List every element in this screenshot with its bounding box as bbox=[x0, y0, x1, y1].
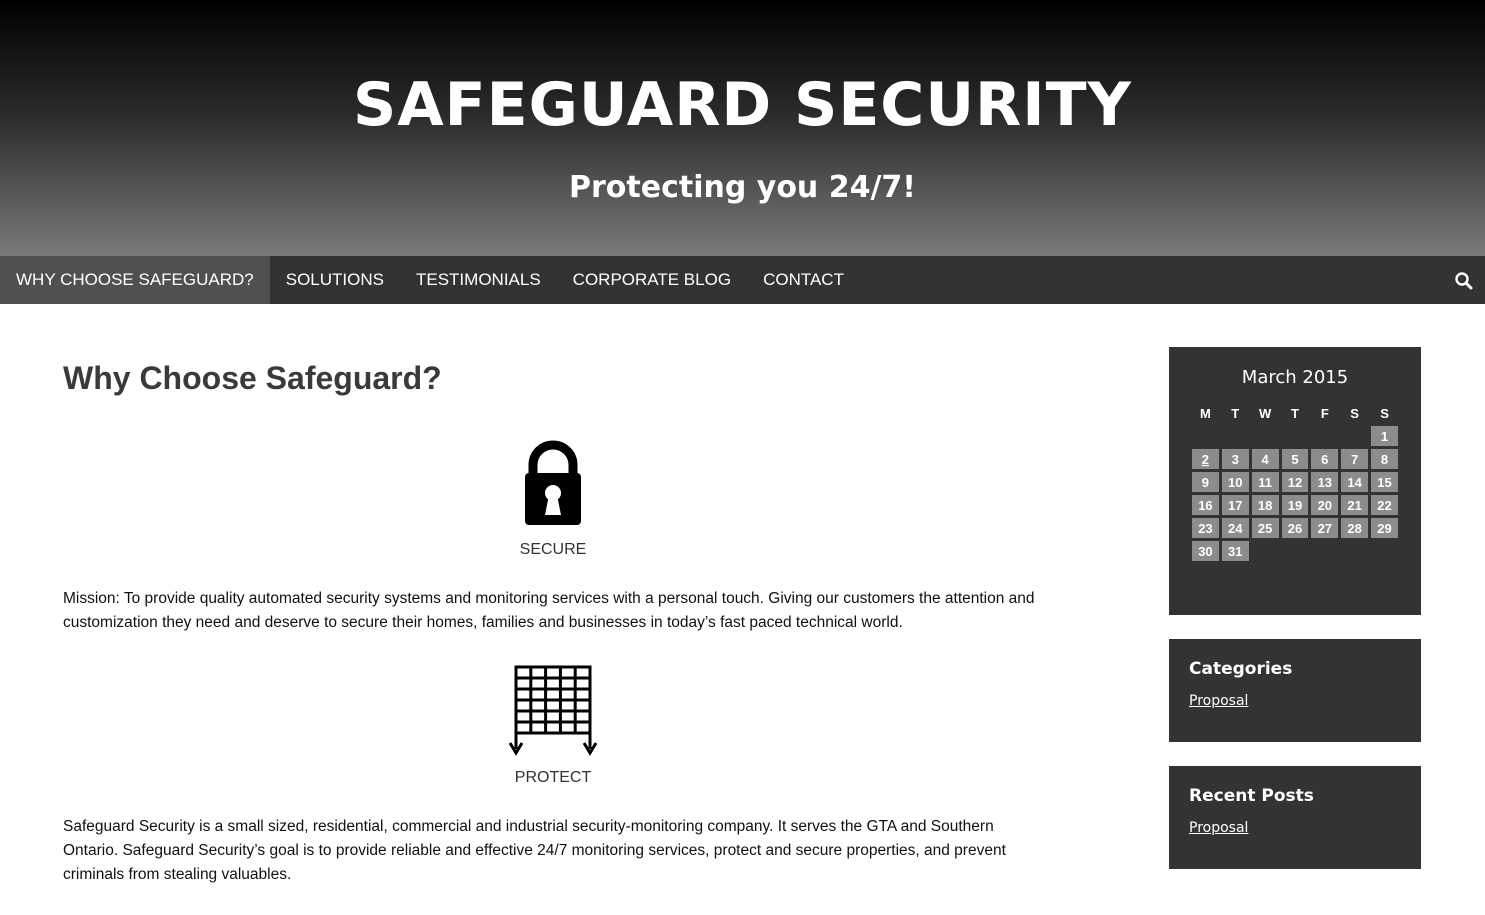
calendar-day: 20 bbox=[1311, 495, 1339, 515]
calendar-day: 31 bbox=[1221, 541, 1249, 561]
feature-protect: PROTECT bbox=[63, 663, 1043, 787]
calendar-day: 28 bbox=[1341, 518, 1369, 538]
calendar-day: 7 bbox=[1341, 449, 1369, 469]
calendar-day: 3 bbox=[1221, 449, 1249, 469]
calendar-day: 17 bbox=[1221, 495, 1249, 515]
calendar-day: 18 bbox=[1251, 495, 1279, 515]
calendar-empty-cell bbox=[1222, 426, 1249, 446]
feature-label-secure: SECURE bbox=[519, 541, 587, 558]
calendar-week-row: 23 24 25 26 27 28 29 bbox=[1192, 518, 1398, 538]
nav-item-solutions[interactable]: SOLUTIONS bbox=[270, 256, 400, 304]
calendar-empty-cell bbox=[1282, 426, 1309, 446]
calendar-empty-cell bbox=[1252, 541, 1279, 561]
calendar-empty-cell bbox=[1311, 426, 1338, 446]
feature-label-protect: PROTECT bbox=[514, 769, 592, 786]
category-link-proposal[interactable]: Proposal bbox=[1189, 693, 1401, 709]
calendar-week-row: 30 31 bbox=[1192, 541, 1398, 561]
calendar-empty-cell bbox=[1282, 541, 1309, 561]
calendar-empty-cell bbox=[1341, 426, 1368, 446]
calendar-empty-cell bbox=[1311, 541, 1338, 561]
calendar-day: 30 bbox=[1192, 541, 1219, 561]
calendar-day[interactable]: 2 bbox=[1192, 449, 1219, 469]
calendar-day: 13 bbox=[1311, 472, 1339, 492]
security-gate-icon bbox=[63, 663, 1043, 757]
site-tagline: Protecting you 24/7! bbox=[569, 170, 916, 205]
calendar-day: 27 bbox=[1311, 518, 1339, 538]
calendar-day: 9 bbox=[1192, 472, 1219, 492]
calendar-weekday: W bbox=[1258, 405, 1272, 421]
about-paragraph: Safeguard Security is a small sized, res… bbox=[63, 818, 1006, 883]
calendar-week-row: 1 bbox=[1192, 426, 1398, 446]
calendar-day: 14 bbox=[1341, 472, 1369, 492]
calendar-day: 23 bbox=[1192, 518, 1219, 538]
feature-secure: SECURE bbox=[63, 437, 1043, 559]
calendar-day: 26 bbox=[1281, 518, 1309, 538]
nav-item-testimonials[interactable]: TESTIMONIALS bbox=[400, 256, 557, 304]
main-navigation: WHY CHOOSE SAFEGUARD? SOLUTIONS TESTIMON… bbox=[0, 256, 1485, 304]
calendar-weekday: T bbox=[1231, 405, 1240, 421]
categories-title: Categories bbox=[1189, 659, 1293, 679]
calendar-day: 4 bbox=[1251, 449, 1279, 469]
calendar-weekday: M bbox=[1200, 405, 1211, 421]
calendar-day: 16 bbox=[1192, 495, 1219, 515]
nav-item-contact[interactable]: CONTACT bbox=[747, 256, 860, 304]
calendar-empty-cell bbox=[1252, 426, 1279, 446]
calendar-day: 12 bbox=[1281, 472, 1309, 492]
calendar-table: MTWTFSS 1 2 3 4 5 6 7 8 9 10 11 12 13 14 15 16 17 18 19 20 2… bbox=[1189, 400, 1401, 564]
calendar-week-row: 16 17 18 19 20 21 22 bbox=[1192, 495, 1398, 515]
recent-posts-title: Recent Posts bbox=[1189, 786, 1314, 806]
calendar-day: 19 bbox=[1281, 495, 1309, 515]
calendar-caption: March 2015 bbox=[1241, 367, 1349, 388]
calendar-week-row: 9 10 11 12 13 14 15 bbox=[1192, 472, 1398, 492]
calendar-weekday: S bbox=[1380, 405, 1389, 421]
calendar-empty-cell bbox=[1341, 541, 1368, 561]
calendar-day: 21 bbox=[1341, 495, 1369, 515]
categories-widget: Categories Proposal bbox=[1169, 639, 1421, 742]
calendar-day: 29 bbox=[1371, 518, 1398, 538]
main-content: Why Choose Safeguard? SECURE Mission: To… bbox=[63, 304, 1053, 887]
calendar-day: 1 bbox=[1371, 426, 1398, 446]
calendar-day: 11 bbox=[1251, 472, 1279, 492]
calendar-weekday: T bbox=[1290, 405, 1299, 421]
calendar-empty-cell bbox=[1192, 426, 1219, 446]
calendar-day: 25 bbox=[1251, 518, 1279, 538]
calendar-week-row: 2345678 bbox=[1192, 449, 1398, 469]
calendar-day: 22 bbox=[1371, 495, 1398, 515]
calendar-widget: March 2015 MTWTFSS 1 2 3 4 5 6 7 8 9 10 11 12 13 14 15… bbox=[1169, 347, 1421, 615]
calendar-weekday: F bbox=[1320, 405, 1329, 421]
page-title: Why Choose Safeguard? bbox=[63, 360, 442, 396]
calendar-day: 10 bbox=[1221, 472, 1249, 492]
mission-paragraph: Mission: To provide quality automated se… bbox=[63, 590, 1035, 631]
calendar-day: 8 bbox=[1371, 449, 1398, 469]
nav-item-why-choose-safeguard[interactable]: WHY CHOOSE SAFEGUARD? bbox=[0, 256, 270, 304]
recent-posts-widget: Recent Posts Proposal bbox=[1169, 766, 1421, 869]
sidebar: March 2015 MTWTFSS 1 2 3 4 5 6 7 8 9 10 11 12 13 14 15… bbox=[1169, 347, 1421, 869]
calendar-day: 15 bbox=[1371, 472, 1398, 492]
calendar-day: 6 bbox=[1311, 449, 1339, 469]
search-icon[interactable] bbox=[1453, 270, 1475, 292]
calendar-day: 5 bbox=[1281, 449, 1309, 469]
calendar-empty-cell bbox=[1371, 541, 1398, 561]
padlock-icon bbox=[63, 437, 1043, 529]
site-title[interactable]: SAFEGUARD SECURITY bbox=[0, 70, 1485, 140]
calendar-weekday: S bbox=[1350, 405, 1359, 421]
site-header: SAFEGUARD SECURITY Protecting you 24/7! bbox=[0, 0, 1485, 256]
recent-post-link-proposal[interactable]: Proposal bbox=[1189, 820, 1401, 836]
nav-item-corporate-blog[interactable]: CORPORATE BLOG bbox=[557, 256, 747, 304]
calendar-day: 24 bbox=[1221, 518, 1249, 538]
